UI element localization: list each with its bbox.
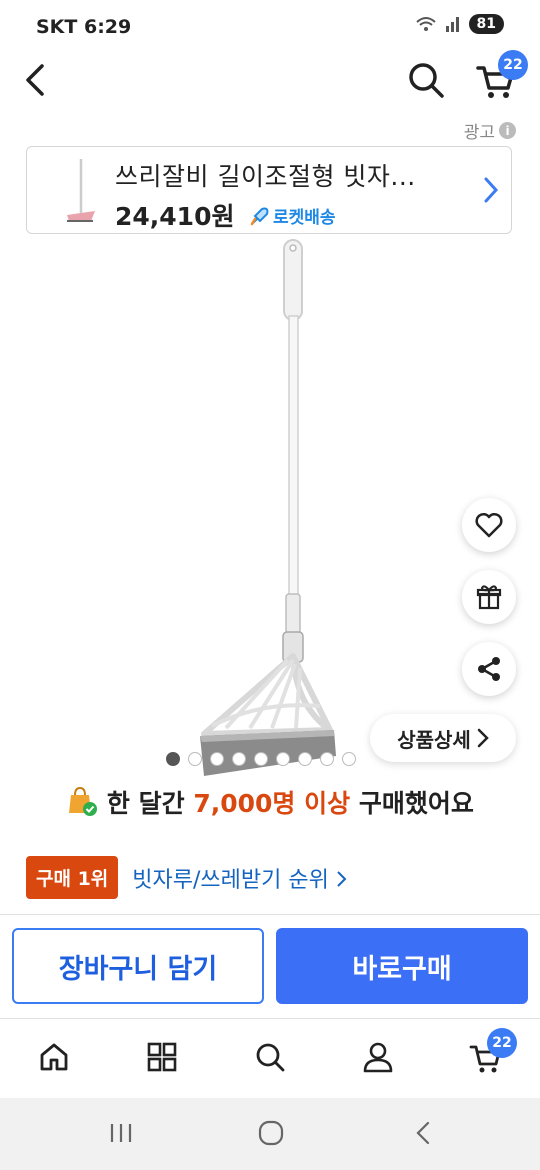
home-icon (40, 1043, 68, 1071)
gift-icon (476, 585, 502, 610)
purchase-stat-prefix: 한 달간 (106, 789, 185, 818)
ad-product-price: 24,410원 (115, 202, 235, 231)
search-icon (256, 1043, 285, 1072)
gift-button[interactable] (462, 570, 516, 624)
back-system-icon[interactable] (412, 1120, 434, 1146)
chevron-right-icon (337, 870, 347, 887)
cart-count-badge: 22 (487, 1028, 517, 1058)
pagination-dot[interactable] (166, 752, 180, 766)
pagination-dot[interactable] (276, 752, 290, 766)
purchase-stat-suffix: 구매했어요 (358, 789, 474, 818)
search-icon (409, 63, 444, 98)
rocket-icon (250, 207, 269, 225)
add-to-cart-button[interactable]: 장바구니 담기 (12, 928, 264, 1004)
purchase-stat: 한 달간 7,000명 이상 구매했어요 (0, 784, 540, 820)
purchase-stat-count: 7,000명 이상 (193, 789, 351, 818)
system-navigation-bar (0, 1098, 540, 1170)
status-bar: SKT 6:29 81 (0, 0, 540, 56)
home-system-icon[interactable] (257, 1119, 285, 1147)
product-detail-button[interactable]: 상품상세 (370, 714, 516, 762)
pagination-dot[interactable] (254, 752, 268, 766)
info-icon: i (499, 122, 516, 139)
share-button[interactable] (462, 642, 516, 696)
recent-apps-icon[interactable] (108, 1120, 134, 1146)
chevron-right-icon (484, 177, 499, 203)
image-pagination (166, 752, 356, 766)
heart-icon (475, 512, 503, 538)
chevron-right-icon (477, 728, 489, 748)
cart-count-badge: 22 (498, 50, 528, 80)
pagination-dot[interactable] (210, 752, 224, 766)
wifi-icon (415, 17, 436, 31)
ad-label-text: 광고 (463, 123, 495, 143)
rocket-delivery-label: 로켓배송 (273, 208, 336, 228)
rank-tag: 구매 1위 (26, 856, 119, 899)
ad-product-thumbnail (67, 159, 95, 222)
ad-product-card[interactable]: 쓰리잘비 길이조절형 빗자... 24,410원 로켓배송 (26, 146, 512, 234)
divider (0, 914, 540, 915)
ad-label[interactable]: 광고 i (464, 118, 516, 143)
nav-cart[interactable]: 22 (461, 1028, 517, 1080)
shopping-bag-check-icon (69, 786, 98, 816)
divider (0, 1018, 540, 1019)
cart-button[interactable]: 22 (474, 50, 528, 102)
product-detail-label: 상품상세 (397, 727, 471, 752)
nav-category[interactable] (137, 1034, 187, 1080)
back-icon (26, 64, 44, 96)
search-button[interactable] (404, 58, 448, 102)
user-icon (363, 1042, 393, 1073)
nav-my-account[interactable] (353, 1034, 403, 1080)
category-rank-link[interactable]: 빗자루/쓰레받기 순위 (132, 862, 348, 894)
category-icon (147, 1042, 177, 1072)
share-icon (478, 657, 500, 681)
pagination-dot[interactable] (232, 752, 246, 766)
signal-icon (445, 17, 459, 32)
buy-now-button[interactable]: 바로구매 (276, 928, 528, 1004)
pagination-dot[interactable] (188, 752, 202, 766)
pagination-dot[interactable] (298, 752, 312, 766)
back-button[interactable] (18, 58, 58, 102)
nav-search[interactable] (245, 1034, 295, 1080)
nav-home[interactable] (29, 1034, 79, 1080)
category-rank-label: 빗자루/쓰레받기 순위 (132, 867, 329, 893)
pagination-dot[interactable] (320, 752, 334, 766)
carrier-time: SKT 6:29 (36, 16, 132, 38)
product-image[interactable] (0, 236, 540, 776)
status-icons: 81 (415, 14, 504, 34)
rocket-delivery-badge: 로켓배송 (249, 203, 336, 228)
wishlist-button[interactable] (462, 498, 516, 552)
ad-product-title: 쓰리잘비 길이조절형 빗자... (115, 162, 416, 191)
battery-indicator: 81 (468, 14, 504, 34)
pagination-dot[interactable] (342, 752, 356, 766)
rank-row: 구매 1위 빗자루/쓰레받기 순위 (26, 856, 348, 899)
